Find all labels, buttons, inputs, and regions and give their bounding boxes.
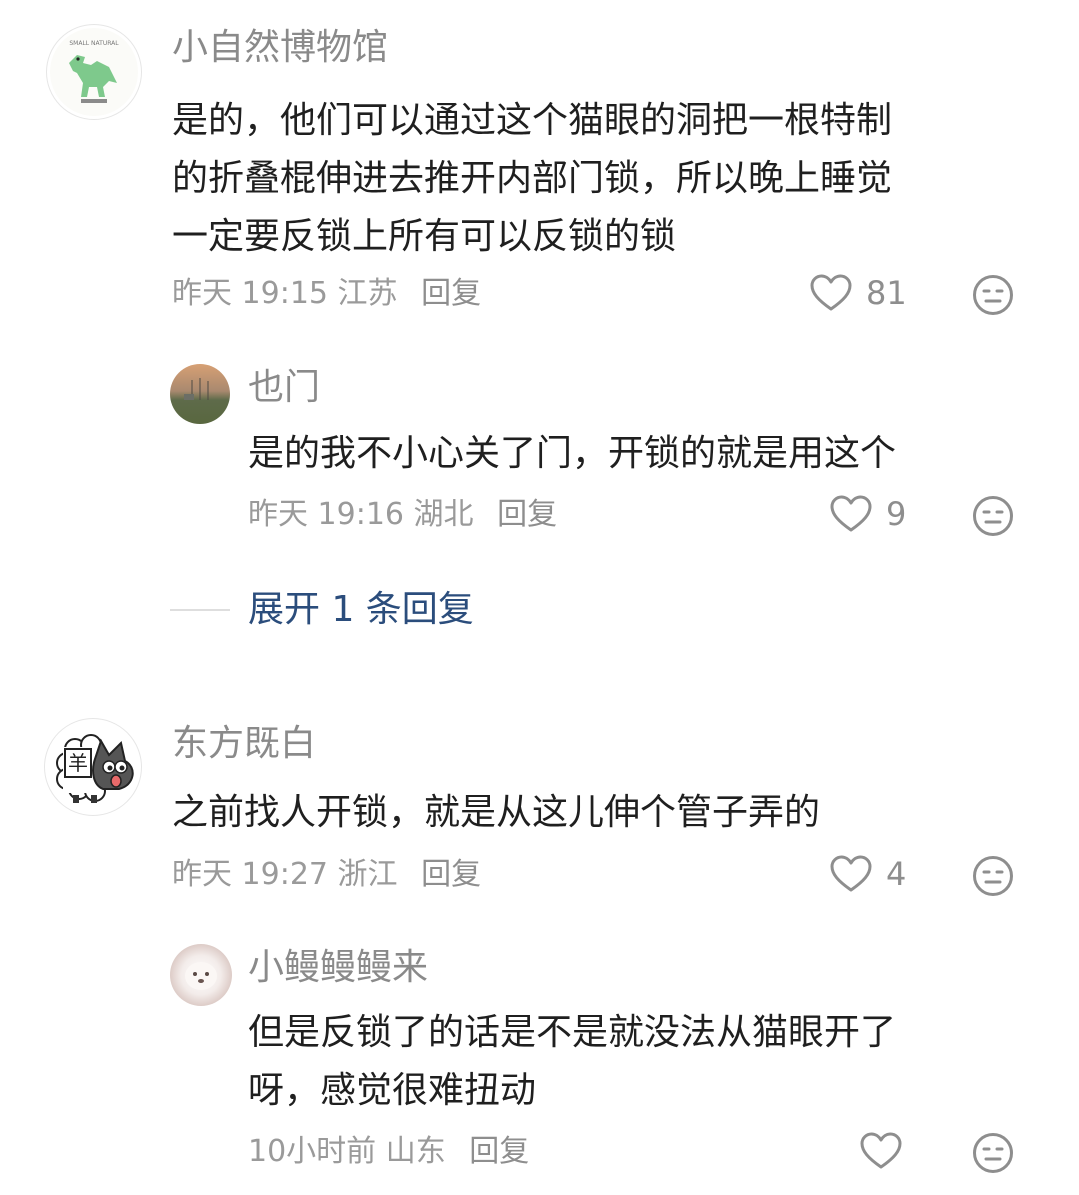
reply-time: 昨天 19:16 <box>248 497 404 532</box>
comment-author[interactable]: 小自然博物馆 <box>172 26 388 70</box>
reply-meta: 昨天 19:16 湖北 回复 <box>248 495 557 535</box>
heart-outline-icon <box>830 495 872 532</box>
comment-author[interactable]: 东方既白 <box>172 722 316 766</box>
neutral-face-icon[interactable] <box>972 495 1014 537</box>
sheep-wolf-cartoon-icon: 羊 <box>47 721 139 813</box>
reply-text-line: 是的我不小心关了门，开锁的就是用这个 <box>248 433 897 474</box>
comment-location: 浙江 <box>337 857 398 892</box>
reply-button[interactable]: 回复 <box>421 276 481 311</box>
reply-button[interactable]: 回复 <box>469 1134 529 1169</box>
like-button[interactable]: 81 <box>810 274 907 312</box>
comment-location: 江苏 <box>337 276 398 311</box>
comment-text-line: 之前找人开锁，就是从这儿伸个管子弄的 <box>172 792 821 833</box>
white-puppy-icon <box>185 962 217 990</box>
reply-button[interactable]: 回复 <box>497 497 557 532</box>
neutral-face-icon[interactable] <box>972 855 1014 897</box>
avatar-xiaomanman[interactable] <box>170 944 232 1006</box>
svg-text:羊: 羊 <box>68 751 88 775</box>
avatar-dongfangjibai[interactable]: 羊 <box>44 718 142 816</box>
reply-meta: 10小时前 山东 回复 <box>248 1132 529 1172</box>
comment-meta: 昨天 19:15 江苏 回复 <box>172 274 481 314</box>
like-count: 81 <box>866 274 907 312</box>
reply-text: 是的我不小心关了门，开锁的就是用这个 <box>248 425 1048 483</box>
comment-meta: 昨天 19:27 浙江 回复 <box>172 855 481 895</box>
like-button[interactable]: 9 <box>830 495 906 533</box>
comment-time: 昨天 19:15 <box>172 276 328 311</box>
neutral-face-icon[interactable] <box>972 274 1014 316</box>
like-button[interactable]: 4 <box>830 855 906 893</box>
expand-divider <box>170 609 230 611</box>
avatar-xiaoziran[interactable]: SMALL NATURAL <box>46 24 142 120</box>
comment-text-line: 一定要反锁上所有可以反锁的锁 <box>172 216 677 257</box>
comment-time: 昨天 19:27 <box>172 857 328 892</box>
expand-replies-label: 展开 1 条回复 <box>248 589 474 630</box>
heart-outline-icon <box>830 855 872 892</box>
reply-author[interactable]: 小鳗鳗鳗来 <box>248 946 428 990</box>
expand-replies-button[interactable]: 展开 1 条回复 <box>170 588 474 632</box>
reply-button[interactable]: 回复 <box>421 857 481 892</box>
comment-text-line: 的折叠棍伸进去推开内部门锁，所以晚上睡觉 <box>172 158 893 199</box>
dinosaur-stamp-icon: SMALL NATURAL <box>50 28 138 116</box>
reply-location: 山东 <box>385 1134 446 1169</box>
reply-location: 湖北 <box>413 497 474 532</box>
field-scene-icon <box>184 378 209 400</box>
heart-outline-icon <box>810 274 852 311</box>
like-count: 9 <box>886 495 907 533</box>
reply-text-line: 呀，感觉很难扭动 <box>248 1070 537 1111</box>
neutral-face-icon[interactable] <box>972 1132 1014 1174</box>
reply-author[interactable]: 也门 <box>248 366 320 410</box>
heart-outline-icon <box>860 1132 902 1169</box>
reply-text: 但是反锁了的话是不是就没法从猫眼开了 呀，感觉很难扭动 <box>248 1004 1048 1120</box>
reply-time: 10小时前 <box>248 1134 377 1169</box>
comment-text: 是的，他们可以通过这个猫眼的洞把一根特制 的折叠棍伸进去推开内部门锁，所以晚上睡… <box>172 92 1052 266</box>
comment-text: 之前找人开锁，就是从这儿伸个管子弄的 <box>172 784 1052 842</box>
like-count: 4 <box>886 855 907 893</box>
comment-text-line: 是的，他们可以通过这个猫眼的洞把一根特制 <box>172 100 893 141</box>
svg-text:SMALL NATURAL: SMALL NATURAL <box>69 40 119 47</box>
reply-text-line: 但是反锁了的话是不是就没法从猫眼开了 <box>248 1012 897 1053</box>
avatar-yemen[interactable] <box>170 364 230 424</box>
like-button[interactable] <box>860 1132 916 1170</box>
